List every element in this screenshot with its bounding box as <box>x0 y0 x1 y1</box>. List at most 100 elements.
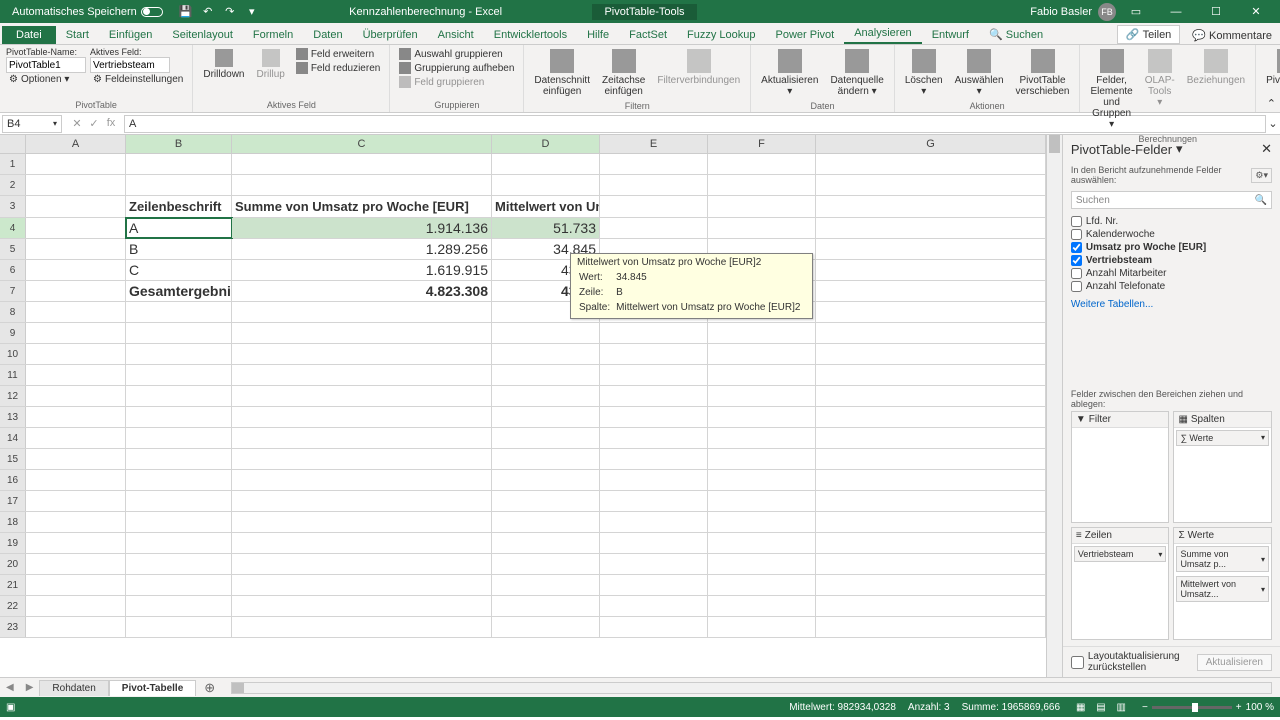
area-filter[interactable]: ▼ Filter <box>1071 411 1170 524</box>
cell-C14[interactable] <box>232 428 492 448</box>
cell-F19[interactable] <box>708 533 816 553</box>
cell-G5[interactable] <box>816 239 1046 259</box>
cell-F18[interactable] <box>708 512 816 532</box>
collapse-field-button[interactable]: Feld reduzieren <box>293 61 383 75</box>
cell-G12[interactable] <box>816 386 1046 406</box>
cell-G6[interactable] <box>816 260 1046 280</box>
cell-C20[interactable] <box>232 554 492 574</box>
row-head-15[interactable]: 15 <box>0 449 26 469</box>
cell-C22[interactable] <box>232 596 492 616</box>
cell-B18[interactable] <box>126 512 232 532</box>
cell-C13[interactable] <box>232 407 492 427</box>
cell-F4[interactable] <box>708 218 816 238</box>
cell-B8[interactable] <box>126 302 232 322</box>
expand-formula-icon[interactable]: ⌄ <box>1266 117 1280 130</box>
tab-review[interactable]: Überprüfen <box>353 26 428 44</box>
field-settings-button[interactable]: ⚙ Feldeinstellungen <box>90 73 186 86</box>
cell-C21[interactable] <box>232 575 492 595</box>
add-sheet-icon[interactable]: ⊕ <box>196 680 223 696</box>
field-4[interactable]: Anzahl Mitarbeiter <box>1071 267 1272 280</box>
cell-A14[interactable] <box>26 428 126 448</box>
cell-E2[interactable] <box>600 175 708 195</box>
row-head-8[interactable]: 8 <box>0 302 26 322</box>
cell-B12[interactable] <box>126 386 232 406</box>
cell-F13[interactable] <box>708 407 816 427</box>
field-check-1[interactable] <box>1071 229 1082 240</box>
cell-G9[interactable] <box>816 323 1046 343</box>
cell-A15[interactable] <box>26 449 126 469</box>
cell-G10[interactable] <box>816 344 1046 364</box>
row-head-16[interactable]: 16 <box>0 470 26 490</box>
cell-G20[interactable] <box>816 554 1046 574</box>
cell-A19[interactable] <box>26 533 126 553</box>
row-head-10[interactable]: 10 <box>0 344 26 364</box>
cell-E10[interactable] <box>600 344 708 364</box>
tab-formulas[interactable]: Formeln <box>243 26 303 44</box>
cell-B21[interactable] <box>126 575 232 595</box>
cell-E23[interactable] <box>600 617 708 637</box>
tab-powerpivot[interactable]: Power Pivot <box>766 26 845 44</box>
tab-design[interactable]: Entwurf <box>922 26 979 44</box>
cell-B10[interactable] <box>126 344 232 364</box>
cell-A12[interactable] <box>26 386 126 406</box>
cell-B6[interactable]: C <box>126 260 232 280</box>
col-E[interactable]: E <box>600 135 708 153</box>
cell-B3[interactable]: Zeilenbeschrift▾ <box>126 196 232 217</box>
row-head-14[interactable]: 14 <box>0 428 26 448</box>
row-head-5[interactable]: 5 <box>0 239 26 259</box>
record-macro-icon[interactable]: ▣ <box>6 702 15 713</box>
clear-button[interactable]: Löschen ▾ <box>901 47 947 99</box>
field-check-0[interactable] <box>1071 216 1082 227</box>
cell-C6[interactable]: 1.619.915 <box>232 260 492 280</box>
row-head-22[interactable]: 22 <box>0 596 26 616</box>
refresh-button[interactable]: Aktualisieren ▾ <box>757 47 822 99</box>
move-pivot-button[interactable]: PivotTable verschieben <box>1012 47 1074 99</box>
tab-help[interactable]: Hilfe <box>577 26 619 44</box>
cell-E18[interactable] <box>600 512 708 532</box>
col-D[interactable]: D <box>492 135 600 153</box>
cell-C5[interactable]: 1.289.256 <box>232 239 492 259</box>
area-columns[interactable]: ▦ Spalten ∑ Werte▾ <box>1173 411 1272 524</box>
cell-D4[interactable]: 51.733 <box>492 218 600 238</box>
field-check-4[interactable] <box>1071 268 1082 279</box>
cell-G4[interactable] <box>816 218 1046 238</box>
cell-G15[interactable] <box>816 449 1046 469</box>
row-head-1[interactable]: 1 <box>0 154 26 174</box>
cell-G23[interactable] <box>816 617 1046 637</box>
cell-B11[interactable] <box>126 365 232 385</box>
cell-G21[interactable] <box>816 575 1046 595</box>
group-field-button[interactable]: Feld gruppieren <box>396 75 517 89</box>
field-check-2[interactable] <box>1071 242 1082 253</box>
row-head-6[interactable]: 6 <box>0 260 26 280</box>
pivotchart-button[interactable]: PivotChart <box>1262 47 1280 88</box>
cell-A1[interactable] <box>26 154 126 174</box>
sheet-tab-pivot[interactable]: Pivot-Tabelle <box>109 680 197 696</box>
cell-D10[interactable] <box>492 344 600 364</box>
cell-B16[interactable] <box>126 470 232 490</box>
insert-timeline-button[interactable]: Zeitachse einfügen <box>598 47 649 99</box>
cell-C12[interactable] <box>232 386 492 406</box>
tab-data[interactable]: Daten <box>303 26 352 44</box>
row-head-17[interactable]: 17 <box>0 491 26 511</box>
tab-fuzzy[interactable]: Fuzzy Lookup <box>677 26 765 44</box>
cell-D20[interactable] <box>492 554 600 574</box>
cell-A22[interactable] <box>26 596 126 616</box>
field-5[interactable]: Anzahl Telefonate <box>1071 280 1272 293</box>
sheet-tab-rohdaten[interactable]: Rohdaten <box>39 680 108 696</box>
cell-E4[interactable] <box>600 218 708 238</box>
autosave-toggle[interactable]: Automatisches Speichern <box>4 6 171 18</box>
cell-F2[interactable] <box>708 175 816 195</box>
insert-slicer-button[interactable]: Datenschnitt einfügen <box>530 47 594 99</box>
area-values-item-1[interactable]: Summe von Umsatz p...▾ <box>1176 546 1269 572</box>
cell-A23[interactable] <box>26 617 126 637</box>
cell-E15[interactable] <box>600 449 708 469</box>
cell-C15[interactable] <box>232 449 492 469</box>
cell-B5[interactable]: B <box>126 239 232 259</box>
cell-G17[interactable] <box>816 491 1046 511</box>
cell-C7[interactable]: 4.823.308 <box>232 281 492 301</box>
cell-E3[interactable] <box>600 196 708 217</box>
cell-B20[interactable] <box>126 554 232 574</box>
cell-G19[interactable] <box>816 533 1046 553</box>
view-page-icon[interactable]: ▤ <box>1092 702 1109 713</box>
cell-D12[interactable] <box>492 386 600 406</box>
